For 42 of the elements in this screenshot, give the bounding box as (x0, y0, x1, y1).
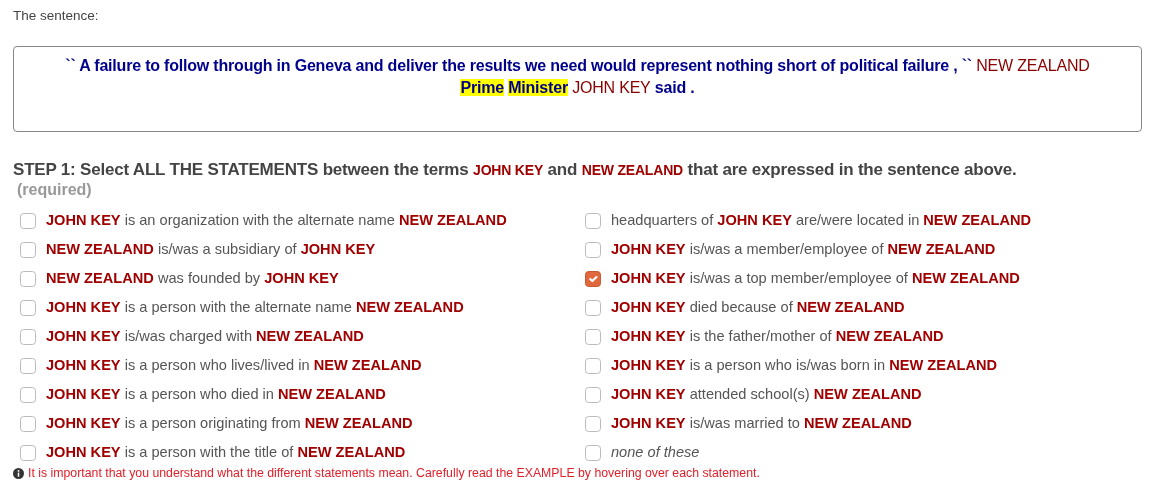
sentence-label: The sentence: (13, 7, 100, 25)
checkbox[interactable] (585, 357, 601, 374)
checkbox[interactable] (20, 299, 36, 316)
statement-label[interactable]: JOHN KEY is a person who died in NEW ZEALAND (46, 383, 386, 406)
statement-label[interactable]: NEW ZEALAND is/was a subsidiary of JOHN KEY (46, 238, 376, 261)
checkbox[interactable] (20, 241, 36, 258)
statement-label[interactable]: JOHN KEY is a person with the title of NEW ZEALAND (46, 441, 406, 464)
checkbox[interactable] (20, 386, 36, 403)
statement-label[interactable]: JOHN KEY is/was a member/employee of NEW ZEALAND (611, 238, 996, 261)
checkbox[interactable] (20, 444, 36, 461)
statement-label[interactable]: JOHN KEY is a person who is/was born in NEW ZEALAND (611, 354, 998, 377)
checkbox[interactable] (585, 212, 601, 229)
required-note: (required) (17, 180, 93, 201)
checkbox[interactable] (20, 270, 36, 287)
step-heading: STEP 1: Select ALL THE STATEMENTS between the terms JOHN KEY and NEW ZEALAND that are expressed in the sentence above. (13, 160, 1018, 181)
statement-label[interactable]: JOHN KEY is a person who lives/lived in NEW ZEALAND (46, 354, 422, 377)
statement-label[interactable]: JOHN KEY is an organization with the alternate name NEW ZEALAND (46, 209, 507, 232)
info-icon (13, 467, 24, 479)
statement-label[interactable]: JOHN KEY is the father/mother of NEW ZEALAND (611, 325, 944, 348)
statement-label[interactable]: JOHN KEY is/was a top member/employee of NEW ZEALAND (611, 267, 1020, 290)
none-option-label[interactable]: none of these (611, 441, 700, 464)
checkbox[interactable] (585, 299, 601, 316)
statement-label[interactable]: headquarters of JOHN KEY are/were located in NEW ZEALAND (611, 209, 1032, 232)
checkbox[interactable] (585, 328, 601, 345)
checkbox[interactable] (20, 357, 36, 374)
checkbox[interactable] (585, 241, 601, 258)
statement-label[interactable]: JOHN KEY is/was married to NEW ZEALAND (611, 412, 912, 435)
statement-label[interactable]: JOHN KEY attended school(s) NEW ZEALAND (611, 383, 922, 406)
checkbox[interactable] (20, 212, 36, 229)
checkbox[interactable] (585, 386, 601, 403)
statement-label[interactable]: JOHN KEY died because of NEW ZEALAND (611, 296, 905, 319)
checkbox[interactable] (585, 270, 601, 287)
checkbox[interactable] (585, 415, 601, 432)
info-note: It is important that you understand what the different statements mean. Carefully read the EXAMPLE by hovering over each statement. (28, 465, 760, 483)
checkbox[interactable] (20, 415, 36, 432)
statement-label[interactable]: JOHN KEY is/was charged with NEW ZEALAND (46, 325, 364, 348)
statement-label[interactable]: NEW ZEALAND was founded by JOHN KEY (46, 267, 339, 290)
statement-label[interactable]: JOHN KEY is a person originating from NEW ZEALAND (46, 412, 413, 435)
sentence-text: `` A failure to follow through in Geneva and deliver the results we need would represent nothing short of political failure , `` NEW ZEALAND Prime Minister JOHN KEY said . (64, 56, 1091, 99)
checkbox[interactable] (20, 328, 36, 345)
checkbox[interactable] (585, 444, 601, 461)
statement-label[interactable]: JOHN KEY is a person with the alternate name NEW ZEALAND (46, 296, 464, 319)
